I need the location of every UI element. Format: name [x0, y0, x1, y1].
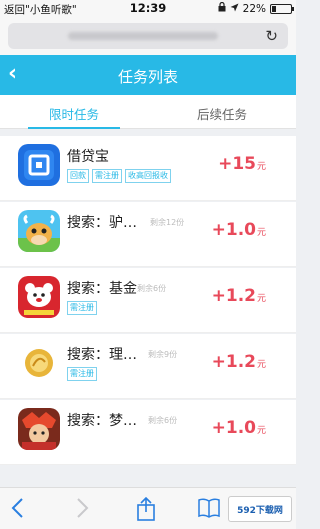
task-name: 搜索：驴… — [67, 215, 137, 231]
task-name: 借贷宝 — [67, 149, 109, 165]
reward-unit: 元 — [256, 162, 266, 172]
task-remaining: 剩余6份 — [148, 416, 178, 425]
browser-toolbar: 592下载网 — [0, 487, 296, 529]
task-name: 搜索：基金 — [67, 281, 137, 297]
task-name: 搜索：理… — [67, 347, 137, 363]
address-bar[interactable]: ↻ — [8, 23, 288, 49]
tab-limited-time[interactable]: 限时任务 — [0, 104, 148, 123]
task-tags: 回款 需注册 收高回报收 — [67, 169, 171, 183]
reload-icon[interactable]: ↻ — [265, 27, 278, 45]
page-title: 任务列表 — [117, 68, 178, 86]
share-icon[interactable] — [136, 496, 156, 526]
gold-coin-icon — [18, 342, 60, 384]
task-row[interactable]: 搜索：理… 剩余9份 需注册 +1.2元 — [0, 334, 296, 399]
task-row[interactable]: 借贷宝 回款 需注册 收高回报收 +15元 — [0, 136, 296, 201]
task-name: 搜索：梦… — [67, 413, 137, 429]
lock-icon — [218, 1, 226, 15]
task-reward: +1.2元 — [212, 352, 266, 372]
task-reward: +1.0元 — [212, 220, 266, 240]
bear-app-icon — [18, 276, 60, 318]
reward-amount: +15 — [218, 154, 256, 174]
task-reward: +1.0元 — [212, 418, 266, 438]
forward-icon[interactable] — [76, 497, 90, 524]
battery-icon — [270, 3, 294, 14]
task-tag: 需注册 — [67, 301, 97, 315]
tab-follow-up[interactable]: 后续任务 — [148, 104, 296, 123]
browser-address-area: ↻ — [0, 17, 296, 55]
task-remaining: 剩余6份 — [137, 284, 167, 293]
task-row[interactable]: 搜索：基金 剩余6份 需注册 +1.2元 — [0, 268, 296, 333]
task-tags: 需注册 — [67, 301, 97, 315]
bookmarks-icon[interactable] — [197, 497, 221, 524]
reward-amount: +1.0 — [211, 220, 256, 240]
status-right: 22% — [218, 1, 294, 15]
reward-unit: 元 — [256, 294, 266, 304]
task-tags: 需注册 — [67, 367, 97, 381]
task-tag: 收高回报收 — [125, 169, 171, 183]
jiedaibao-icon — [18, 144, 60, 186]
task-tag: 需注册 — [67, 367, 97, 381]
task-tag: 需注册 — [92, 169, 122, 183]
location-icon — [230, 3, 239, 15]
back-icon[interactable] — [10, 497, 24, 524]
blurred-url — [68, 32, 218, 40]
task-remaining: 剩余12份 — [150, 218, 185, 227]
watermark-logo: 592下载网 — [228, 496, 292, 522]
reward-unit: 元 — [256, 228, 266, 238]
hero-game-icon — [18, 408, 60, 450]
active-tab-indicator — [28, 127, 120, 129]
reward-amount: +1.2 — [211, 352, 256, 372]
task-row[interactable]: 搜索：驴… 剩余12份 +1.0元 — [0, 202, 296, 267]
task-reward: +15元 — [218, 154, 266, 174]
reward-unit: 元 — [256, 426, 266, 436]
cow-game-icon — [18, 210, 60, 252]
header: ‹ 任务列表 — [0, 55, 296, 95]
reward-unit: 元 — [256, 360, 266, 370]
tab-bar: 限时任务 后续任务 — [0, 95, 296, 129]
reward-amount: +1.0 — [211, 418, 256, 438]
task-remaining: 剩余9份 — [148, 350, 178, 359]
task-reward: +1.2元 — [212, 286, 266, 306]
status-bar: 返回"小鱼听歌" 12:39 22% — [0, 0, 296, 17]
task-row[interactable]: 搜索：梦… 剩余6份 +1.0元 — [0, 400, 296, 465]
reward-amount: +1.2 — [211, 286, 256, 306]
task-tag: 回款 — [67, 169, 89, 183]
battery-percent: 22% — [242, 2, 266, 15]
